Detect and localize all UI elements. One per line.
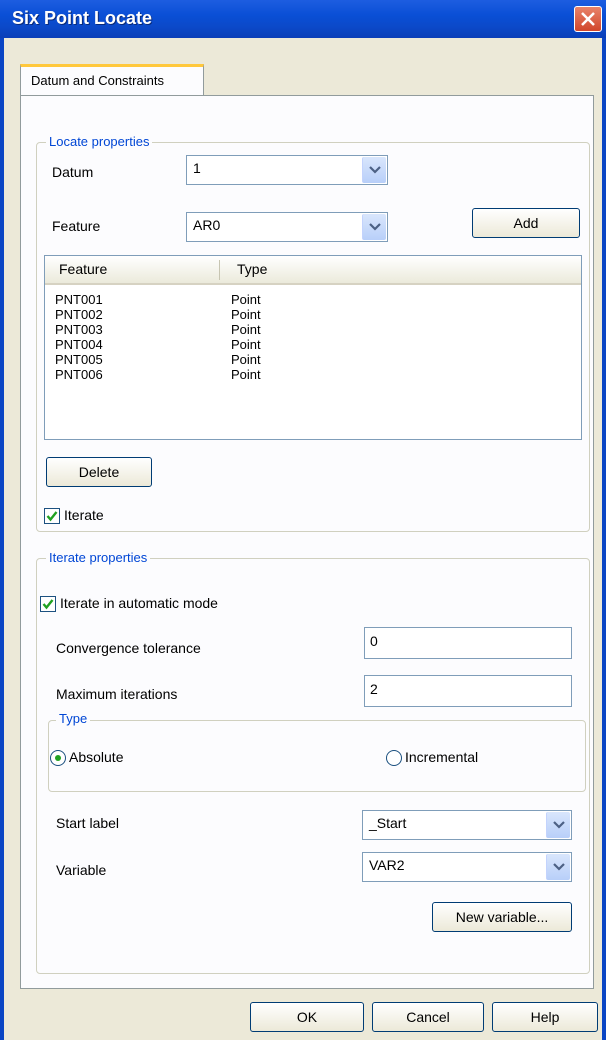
variable-value: VAR2 bbox=[369, 857, 405, 873]
checkmark-icon bbox=[46, 511, 58, 522]
incremental-label[interactable]: Incremental bbox=[405, 749, 478, 765]
column-separator[interactable] bbox=[219, 260, 220, 280]
feature-list[interactable]: Feature Type PNT001 Point PNT002 Point PNT… bbox=[44, 255, 582, 440]
list-item[interactable]: PNT002 Point bbox=[45, 307, 581, 322]
chevron-down-icon bbox=[369, 166, 381, 174]
variable-dropdown-arrow[interactable] bbox=[546, 854, 570, 880]
chevron-down-icon bbox=[553, 863, 565, 871]
type-group bbox=[48, 720, 586, 792]
column-header-feature[interactable]: Feature bbox=[59, 261, 107, 277]
list-item[interactable]: PNT006 Point bbox=[45, 367, 581, 382]
type-cell: Point bbox=[231, 322, 261, 337]
variable-label: Variable bbox=[56, 862, 107, 878]
incremental-radio[interactable] bbox=[386, 750, 402, 766]
ok-button[interactable]: OK bbox=[250, 1002, 364, 1032]
list-header: Feature Type bbox=[45, 256, 581, 285]
feature-dropdown-arrow[interactable] bbox=[362, 214, 386, 240]
list-item[interactable]: PNT004 Point bbox=[45, 337, 581, 352]
list-item[interactable]: PNT001 Point bbox=[45, 292, 581, 307]
help-button[interactable]: Help bbox=[492, 1002, 598, 1032]
datum-select[interactable]: 1 bbox=[186, 155, 388, 185]
chevron-down-icon bbox=[369, 223, 381, 231]
column-header-type[interactable]: Type bbox=[237, 261, 267, 277]
window-border-left bbox=[0, 38, 4, 1040]
title-bar[interactable]: Six Point Locate bbox=[0, 0, 606, 38]
maximum-iterations-label: Maximum iterations bbox=[56, 686, 178, 702]
window-border-right bbox=[602, 38, 606, 1040]
feature-cell: PNT003 bbox=[55, 322, 103, 337]
datum-value: 1 bbox=[193, 160, 201, 176]
list-item[interactable]: PNT005 Point bbox=[45, 352, 581, 367]
feature-label: Feature bbox=[52, 218, 101, 234]
start-label-select[interactable]: _Start bbox=[362, 810, 572, 840]
iterate-properties-title: Iterate properties bbox=[46, 550, 151, 565]
iterate-automatic-checkbox[interactable] bbox=[40, 596, 56, 612]
absolute-radio[interactable] bbox=[50, 750, 66, 766]
convergence-tolerance-label: Convergence tolerance bbox=[56, 640, 201, 656]
variable-select[interactable]: VAR2 bbox=[362, 852, 572, 882]
feature-select[interactable]: AR0 bbox=[186, 212, 388, 242]
type-cell: Point bbox=[231, 292, 261, 307]
datum-label: Datum bbox=[52, 164, 94, 180]
maximum-iterations-input[interactable]: 2 bbox=[364, 675, 572, 707]
datum-dropdown-arrow[interactable] bbox=[362, 157, 386, 183]
iterate-label[interactable]: Iterate bbox=[64, 507, 104, 523]
cancel-button[interactable]: Cancel bbox=[372, 1002, 484, 1032]
tab-datum-and-constraints[interactable]: Datum and Constraints bbox=[20, 64, 204, 96]
feature-value: AR0 bbox=[193, 217, 221, 233]
feature-cell: PNT001 bbox=[55, 292, 103, 307]
iterate-automatic-label[interactable]: Iterate in automatic mode bbox=[60, 595, 218, 611]
feature-cell: PNT005 bbox=[55, 352, 103, 367]
close-icon bbox=[581, 12, 595, 26]
radio-selected-dot bbox=[55, 755, 61, 761]
iterate-checkbox[interactable] bbox=[44, 508, 60, 524]
feature-cell: PNT002 bbox=[55, 307, 103, 322]
feature-cell: PNT004 bbox=[55, 337, 103, 352]
start-label-label: Start label bbox=[56, 815, 120, 831]
type-group-title: Type bbox=[56, 711, 91, 726]
start-label-dropdown-arrow[interactable] bbox=[546, 812, 570, 838]
feature-cell: PNT006 bbox=[55, 367, 103, 382]
convergence-tolerance-input[interactable]: 0 bbox=[364, 627, 572, 659]
list-item[interactable]: PNT003 Point bbox=[45, 322, 581, 337]
type-cell: Point bbox=[231, 352, 261, 367]
checkmark-icon bbox=[42, 599, 54, 610]
locate-properties-title: Locate properties bbox=[46, 134, 153, 149]
window-title: Six Point Locate bbox=[12, 8, 153, 28]
add-button[interactable]: Add bbox=[472, 208, 580, 238]
type-cell: Point bbox=[231, 337, 261, 352]
close-button[interactable] bbox=[574, 6, 602, 32]
start-label-value: _Start bbox=[369, 815, 407, 831]
new-variable-button[interactable]: New variable... bbox=[432, 902, 572, 932]
type-cell: Point bbox=[231, 307, 261, 322]
delete-button[interactable]: Delete bbox=[46, 457, 152, 487]
absolute-label[interactable]: Absolute bbox=[69, 749, 123, 765]
type-cell: Point bbox=[231, 367, 261, 382]
chevron-down-icon bbox=[553, 821, 565, 829]
